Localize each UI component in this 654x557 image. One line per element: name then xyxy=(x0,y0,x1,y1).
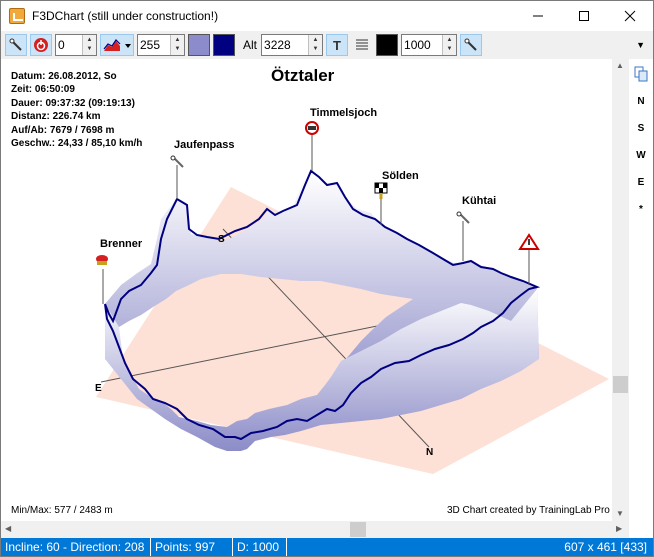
vertical-scroll-thumb[interactable] xyxy=(613,376,628,393)
chart-title: Ötztaler xyxy=(271,66,335,85)
minimize-button[interactable] xyxy=(515,1,561,31)
status-bar: Incline: 60 - Direction: 208 Points: 997… xyxy=(1,538,653,556)
peak-label-timmelsjoch: Timmelsjoch xyxy=(310,107,378,119)
chart-type-button[interactable] xyxy=(100,34,134,56)
stepper-2-value: 255 xyxy=(140,38,161,52)
credit-label: 3D Chart created by TrainingLab Pro xyxy=(447,505,610,516)
direction-north-button[interactable]: N xyxy=(629,96,653,107)
status-d: D: 1000 xyxy=(233,538,287,556)
stepper-1-value: 0 xyxy=(58,38,65,52)
power-icon xyxy=(34,38,48,52)
d-stepper-value: 1000 xyxy=(404,38,431,52)
brenner-marker-icon xyxy=(96,255,108,265)
horizontal-scrollbar[interactable]: ◀ ▶ xyxy=(1,521,629,538)
window-title: F3DChart (still under construction!) xyxy=(32,9,219,23)
close-button[interactable] xyxy=(607,1,653,31)
vertical-scrollbar[interactable]: ▲ ▼ xyxy=(612,59,629,521)
color-swatch-text[interactable] xyxy=(376,34,399,56)
peak-label-soelden: Sölden xyxy=(382,170,419,182)
scroll-up-arrow-icon[interactable]: ▲ xyxy=(616,61,624,70)
alt-label: Alt xyxy=(243,38,258,52)
direction-south-button[interactable]: S xyxy=(629,123,653,134)
value-stepper-2[interactable]: 255 ▲ ▼ xyxy=(137,34,185,56)
minmax-label: Min/Max: 577 / 2483 m xyxy=(11,505,113,516)
axis-label-east: E xyxy=(95,383,102,394)
info-duration: Dauer: 09:37:32 (09:19:13) xyxy=(11,97,135,109)
align-button[interactable] xyxy=(351,34,373,56)
axis-label-south: S xyxy=(218,234,225,245)
d-stepper-arrows[interactable]: ▲ ▼ xyxy=(442,35,457,55)
alt-stepper[interactable]: 3228 ▲ ▼ xyxy=(261,34,324,56)
app-window: F3DChart (still under construction!) 0 ▲… xyxy=(0,0,654,557)
maximize-button[interactable] xyxy=(561,1,607,31)
info-distance: Distanz: 226.74 km xyxy=(11,111,101,123)
scroll-right-arrow-icon[interactable]: ▶ xyxy=(616,524,622,533)
color-swatch-line[interactable] xyxy=(213,34,235,56)
status-size: 607 x 461 [433] xyxy=(564,540,647,554)
stepper-2-arrows[interactable]: ▲ ▼ xyxy=(170,35,184,55)
direction-all-button[interactable]: * xyxy=(629,204,653,215)
align-lines-icon xyxy=(356,39,369,50)
status-points: Points: 997 xyxy=(151,538,233,556)
info-ascent-descent: Auf/Ab: 7679 / 7698 m xyxy=(11,124,115,136)
d-stepper[interactable]: 1000 ▲ ▼ xyxy=(401,34,458,56)
select-tool-button-2[interactable] xyxy=(460,34,483,56)
scroll-left-arrow-icon[interactable]: ◀ xyxy=(5,524,11,533)
peak-label-kuehtai: Kühtai xyxy=(462,195,497,207)
info-speed: Geschw.: 24,33 / 85,10 km/h xyxy=(11,138,143,150)
maximize-icon xyxy=(579,11,589,21)
chart-area[interactable]: Datum: 26.08.2012, So Zeit: 06:50:09 Dau… xyxy=(1,59,612,521)
value-stepper-1[interactable]: 0 ▲ ▼ xyxy=(55,34,97,56)
direction-panel: N S W E * xyxy=(629,59,653,541)
direction-west-button[interactable]: W xyxy=(629,150,653,161)
close-icon xyxy=(624,10,636,22)
minimize-icon xyxy=(533,15,543,17)
axis-label-north: N xyxy=(426,447,434,458)
timmelsjoch-marker-icon xyxy=(305,121,319,135)
app-icon xyxy=(9,8,25,24)
color-swatch-fill[interactable] xyxy=(188,34,210,56)
alt-stepper-arrows[interactable]: ▲ ▼ xyxy=(308,35,323,55)
direction-east-button[interactable]: E xyxy=(629,177,653,188)
text-toggle-button[interactable]: T xyxy=(326,34,349,56)
stepper-1-arrows[interactable]: ▲ ▼ xyxy=(82,35,96,55)
power-button[interactable] xyxy=(30,34,52,56)
scroll-down-arrow-icon[interactable]: ▼ xyxy=(616,509,624,518)
text-T-icon: T xyxy=(333,37,341,53)
horizontal-scroll-thumb[interactable] xyxy=(350,522,366,537)
soelden-marker-icon xyxy=(374,182,388,199)
pointer-tool-icon xyxy=(9,38,22,51)
alt-stepper-value: 3228 xyxy=(264,38,291,52)
title-bar: F3DChart (still under construction!) xyxy=(1,1,653,31)
ride-info: Datum: 26.08.2012, So Zeit: 06:50:09 Dau… xyxy=(11,70,142,150)
peak-label-brenner: Brenner xyxy=(100,238,143,250)
info-time: Zeit: 06:50:09 xyxy=(11,84,75,96)
toolbar: 0 ▲ ▼ 255 ▲ ▼ Alt 3228 ▲ ▼ T 1000 ▲ ▼ ▼ xyxy=(1,31,653,59)
toolbar-overflow-dropdown[interactable]: ▼ xyxy=(636,40,645,50)
warning-triangle-icon xyxy=(518,233,540,250)
line-chart-icon xyxy=(103,39,131,51)
status-incline: Incline: 60 - Direction: 208 xyxy=(1,538,151,556)
copy-icon[interactable] xyxy=(634,66,648,82)
select-tool-button[interactable] xyxy=(5,34,27,56)
peak-label-jaufenpass: Jaufenpass xyxy=(174,139,235,151)
info-date: Datum: 26.08.2012, So xyxy=(11,71,117,82)
pointer-tool-icon xyxy=(464,38,477,51)
